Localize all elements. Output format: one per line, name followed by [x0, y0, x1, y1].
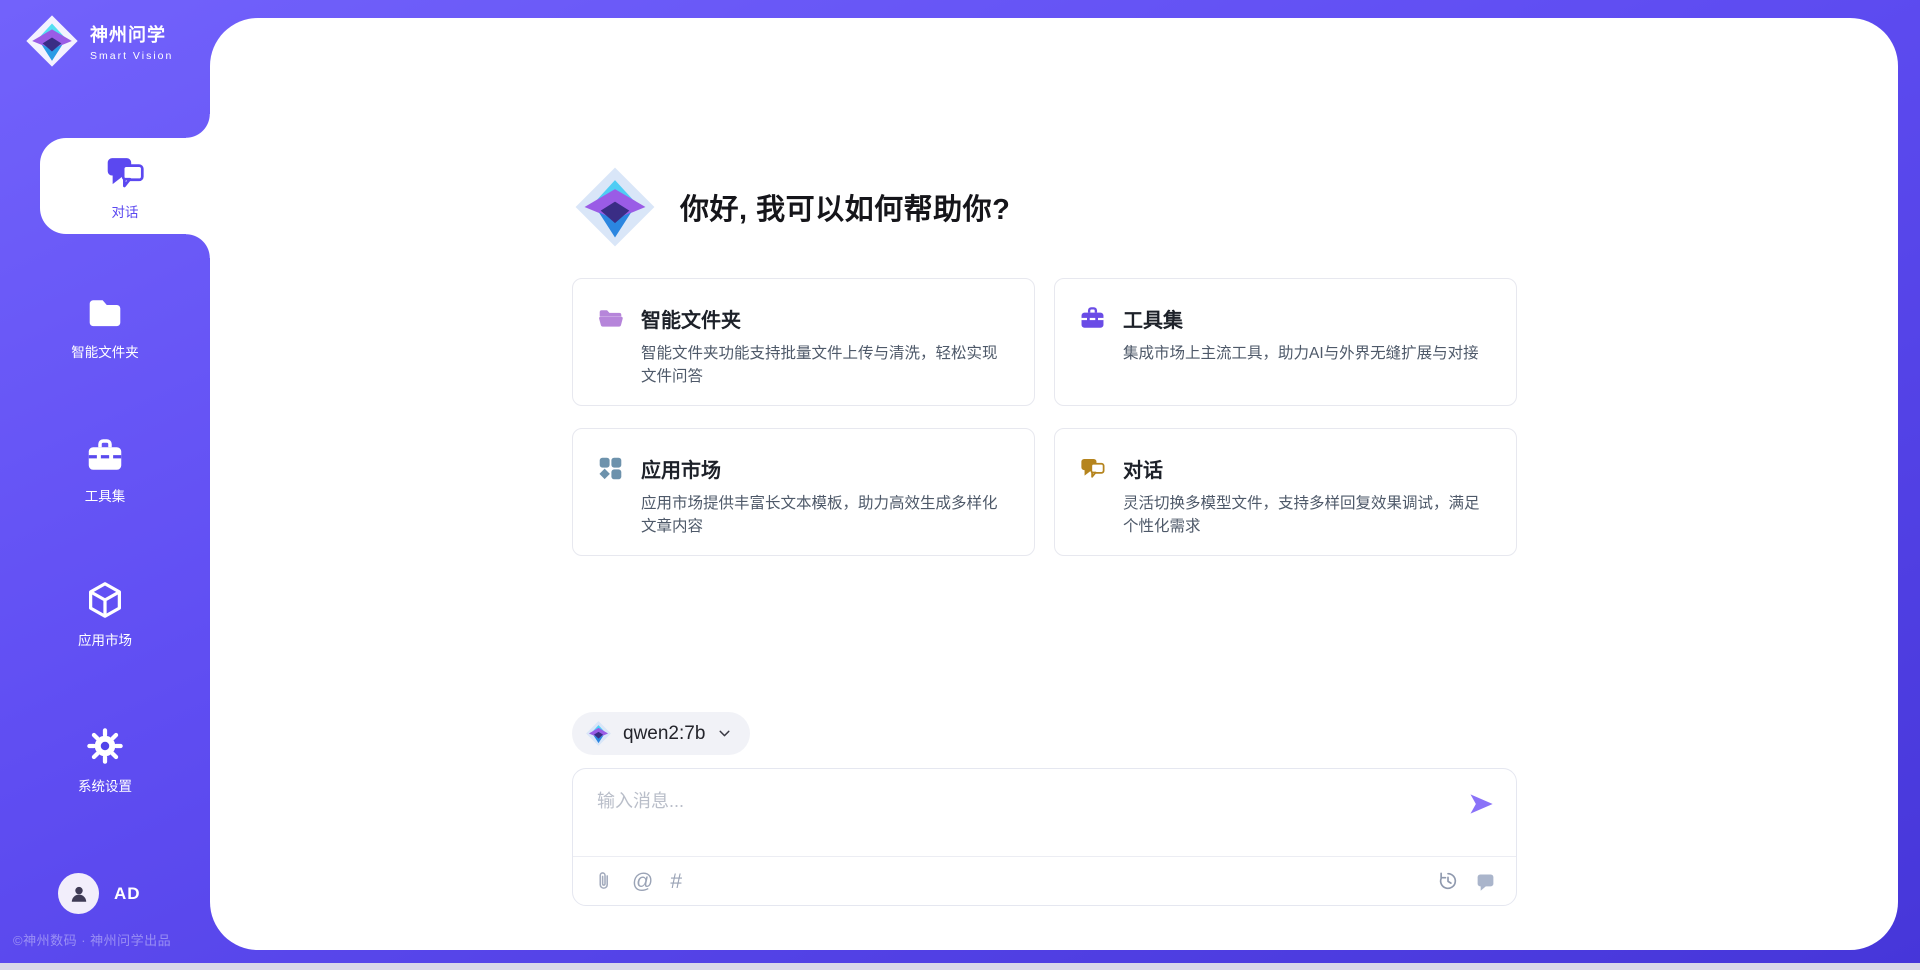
user-profile[interactable]: AD	[58, 873, 141, 914]
composer-toolbar: @ #	[573, 856, 1516, 905]
app-subtitle: Smart Vision	[90, 50, 173, 62]
message-composer: @ #	[572, 768, 1517, 906]
person-icon	[67, 882, 91, 906]
copyright-text: ©神州数码 · 神州问学出品	[13, 930, 171, 949]
send-button[interactable]	[1467, 790, 1495, 818]
model-selector[interactable]: qwen2:7b	[572, 712, 750, 755]
gem-logo-icon	[585, 720, 612, 747]
card-description: 集成市场上主流工具，助力AI与外界无缝扩展与对接	[1123, 342, 1492, 365]
chat-history-icon[interactable]	[1474, 870, 1496, 892]
app-logo: 神州问学 Smart Vision	[24, 13, 173, 69]
sidebar-item-toolset[interactable]: 工具集	[0, 436, 210, 505]
sidebar-item-label: 系统设置	[78, 775, 132, 795]
card-chat[interactable]: 对话 灵活切换多模型文件，支持多样回复效果调试，满足个性化需求	[1054, 428, 1517, 556]
page-bottom-strip	[0, 963, 1920, 970]
sidebar-item-label: 应用市场	[78, 629, 132, 649]
card-description: 智能文件夹功能支持批量文件上传与清洗，轻松实现文件问答	[641, 342, 1010, 388]
folder-icon	[85, 292, 125, 332]
card-title: 工具集	[1123, 304, 1183, 333]
message-input[interactable]	[597, 787, 1447, 845]
card-description: 灵活切换多模型文件，支持多样回复效果调试，满足个性化需求	[1123, 492, 1492, 538]
sidebar-item-app-market[interactable]: 应用市场	[0, 580, 210, 649]
open-folder-icon	[597, 305, 624, 332]
toolbox-icon	[1079, 305, 1106, 332]
sidebar-item-settings[interactable]: 系统设置	[0, 726, 210, 795]
chat-icon	[1079, 455, 1106, 482]
main-panel: 你好, 我可以如何帮助你? 智能文件夹 智能文件夹功能支持批量文件上传与清洗，轻…	[210, 18, 1898, 950]
cube-icon	[85, 580, 125, 620]
toolbox-icon	[85, 436, 125, 476]
hashtag-icon[interactable]: #	[670, 871, 682, 892]
card-title: 应用市场	[641, 454, 721, 483]
avatar	[58, 873, 99, 914]
card-title: 对话	[1123, 454, 1163, 483]
gem-logo-icon	[24, 13, 80, 69]
card-title: 智能文件夹	[641, 304, 741, 333]
sidebar-item-label: 智能文件夹	[71, 341, 139, 361]
user-name: AD	[114, 884, 141, 904]
card-app-market[interactable]: 应用市场 应用市场提供丰富长文本模板，助力高效生成多样化文章内容	[572, 428, 1035, 556]
history-icon[interactable]	[1437, 870, 1459, 892]
sidebar-item-label: 对话	[112, 201, 139, 221]
card-smart-folder[interactable]: 智能文件夹 智能文件夹功能支持批量文件上传与清洗，轻松实现文件问答	[572, 278, 1035, 406]
gear-icon	[85, 726, 125, 766]
card-description: 应用市场提供丰富长文本模板，助力高效生成多样化文章内容	[641, 492, 1010, 538]
send-icon	[1467, 790, 1495, 818]
attachment-icon[interactable]	[593, 870, 615, 892]
card-toolset[interactable]: 工具集 集成市场上主流工具，助力AI与外界无缝扩展与对接	[1054, 278, 1517, 406]
app-name: 神州问学	[90, 21, 173, 47]
app-grid-icon	[597, 455, 624, 482]
sidebar-item-chat[interactable]: 对话	[40, 138, 210, 234]
chevron-down-icon	[716, 725, 733, 742]
model-selector-value: qwen2:7b	[623, 723, 705, 745]
sidebar: 神州问学 Smart Vision 对话 智能文件夹 工具集	[0, 0, 210, 970]
greeting: 你好, 我可以如何帮助你?	[572, 164, 1517, 250]
gem-logo-icon	[572, 164, 658, 250]
chat-icon	[104, 152, 146, 194]
sidebar-item-smart-folder[interactable]: 智能文件夹	[0, 292, 210, 361]
mention-icon[interactable]: @	[632, 871, 653, 892]
greeting-title: 你好, 我可以如何帮助你?	[680, 186, 1010, 228]
sidebar-item-label: 工具集	[85, 485, 126, 505]
